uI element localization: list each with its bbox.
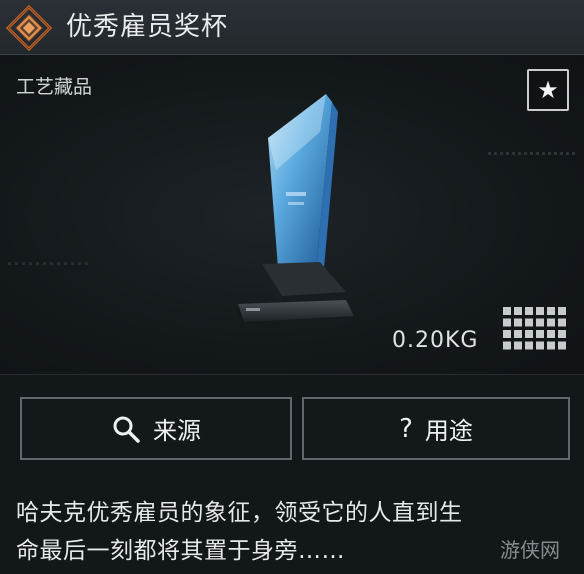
inventory-grid-icon bbox=[503, 307, 566, 350]
grid-cell bbox=[503, 307, 511, 315]
source-button[interactable]: 来源 bbox=[20, 397, 292, 460]
item-category: 工艺藏品 bbox=[16, 76, 93, 98]
grid-cell bbox=[525, 318, 533, 327]
page-title: 优秀雇员奖杯 bbox=[66, 12, 229, 42]
grid-cell bbox=[514, 341, 522, 350]
grid-cell bbox=[525, 330, 533, 338]
grid-cell bbox=[558, 330, 566, 338]
grid-cell bbox=[547, 318, 555, 327]
grid-cell bbox=[547, 307, 555, 315]
grid-cell bbox=[514, 330, 522, 338]
background-texture bbox=[488, 152, 578, 155]
item-preview-area: 工艺藏品 ★ 0.20KG bbox=[0, 56, 584, 375]
description-line: 哈夫克优秀雇员的象征，领受它的人直到生 bbox=[16, 500, 463, 526]
grid-cell bbox=[503, 330, 511, 338]
item-description: 哈夫克优秀雇员的象征，领受它的人直到生 命最后一刻都将其置于身旁…… bbox=[16, 494, 576, 570]
grid-cell bbox=[536, 330, 544, 338]
grid-cell bbox=[514, 318, 522, 327]
description-line: 命最后一刻都将其置于身旁…… bbox=[16, 538, 345, 564]
grid-cell bbox=[525, 307, 533, 315]
grid-cell bbox=[558, 318, 566, 327]
grid-cell bbox=[547, 341, 555, 350]
grid-cell bbox=[503, 318, 511, 327]
grid-cell bbox=[536, 318, 544, 327]
trophy-image bbox=[236, 94, 354, 324]
use-button-label: 用途 bbox=[424, 417, 473, 445]
diamond-emblem-icon bbox=[6, 5, 52, 51]
item-weight: 0.20KG bbox=[392, 328, 479, 353]
source-button-label: 来源 bbox=[153, 417, 201, 445]
grid-cell bbox=[536, 341, 544, 350]
header-bar: 优秀雇员奖杯 bbox=[0, 0, 584, 55]
favorite-button[interactable]: ★ bbox=[527, 69, 569, 111]
grid-cell bbox=[558, 307, 566, 315]
question-icon: ? bbox=[399, 413, 413, 444]
use-button[interactable]: ? 用途 bbox=[302, 397, 570, 460]
grid-cell bbox=[536, 307, 544, 315]
grid-cell bbox=[547, 330, 555, 338]
watermark: 游侠网 bbox=[500, 538, 560, 562]
search-icon bbox=[113, 416, 140, 443]
star-icon: ★ bbox=[537, 76, 559, 104]
grid-cell bbox=[514, 307, 522, 315]
grid-cell bbox=[503, 341, 511, 350]
item-detail-panel: 优秀雇员奖杯 工艺藏品 ★ 0.20KG 来源 ? 用途 哈夫克优秀雇员的象征，… bbox=[0, 0, 584, 574]
background-texture bbox=[8, 262, 88, 265]
grid-cell bbox=[525, 341, 533, 350]
grid-cell bbox=[558, 341, 566, 350]
